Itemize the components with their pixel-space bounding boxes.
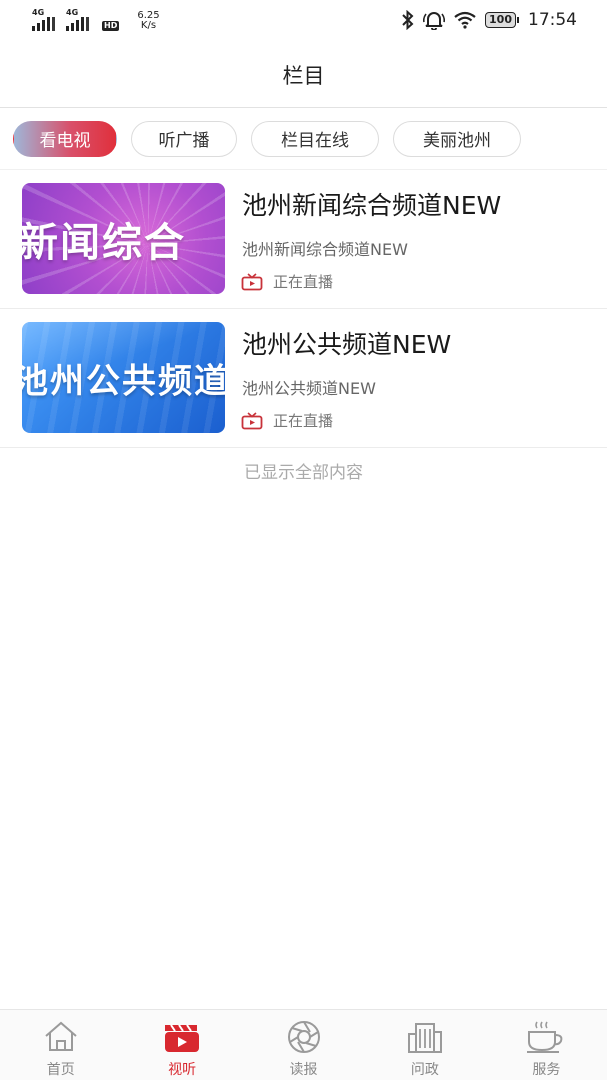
network-speed: 6.25 K/s bbox=[137, 11, 159, 31]
aperture-icon bbox=[287, 1021, 320, 1053]
bluetooth-icon bbox=[402, 10, 414, 30]
channel-title[interactable]: 池州公共频道NEW bbox=[242, 325, 451, 361]
list-item[interactable]: 新闻综合 池州新闻综合频道NEW 池州新闻综合频道NEW 正在直播 bbox=[0, 170, 607, 309]
status-left: 4G 4G HD 6.25 K/s bbox=[32, 9, 160, 31]
live-status-label: 正在直播 bbox=[273, 273, 334, 291]
tab-programs-online[interactable]: 栏目在线 bbox=[251, 120, 379, 157]
network-type: 4G bbox=[32, 8, 45, 17]
channel-subtitle: 池州公共频道NEW bbox=[242, 379, 376, 398]
home-icon bbox=[45, 1021, 77, 1051]
signal-icon: 4G bbox=[32, 9, 58, 31]
status-bar: 4G 4G HD 6.25 K/s 100 17:54 bbox=[0, 0, 607, 42]
tv-icon bbox=[241, 411, 263, 429]
battery-indicator: 100 bbox=[485, 12, 519, 28]
channel-subtitle: 池州新闻综合频道NEW bbox=[242, 240, 408, 259]
page-header: 栏目 bbox=[0, 42, 607, 108]
list-item[interactable]: 池州公共频道 池州公共频道NEW 池州公共频道NEW 正在直播 bbox=[0, 309, 607, 448]
tab-watch-tv[interactable]: 看电视 bbox=[13, 120, 117, 157]
thumbnail-text: 池州公共频道 bbox=[22, 361, 225, 401]
hd-badge: HD bbox=[102, 21, 120, 31]
nav-video[interactable]: 视听 bbox=[121, 1010, 242, 1080]
nav-label: 视听 bbox=[168, 1062, 197, 1078]
live-status: 正在直播 bbox=[241, 410, 333, 431]
thumbnail-text: 新闻综合 bbox=[22, 219, 186, 266]
tab-label: 听广播 bbox=[158, 131, 210, 151]
live-status-label: 正在直播 bbox=[273, 412, 334, 430]
bottom-nav: 首页 视听 读报 问政 服务 bbox=[0, 1009, 607, 1080]
building-icon bbox=[407, 1023, 442, 1053]
tab-label: 美丽池州 bbox=[423, 131, 491, 151]
signal-icon-2: 4G bbox=[66, 9, 92, 31]
bell-off-icon bbox=[423, 12, 446, 30]
nav-home[interactable]: 首页 bbox=[0, 1010, 121, 1080]
page-title: 栏目 bbox=[282, 63, 325, 88]
coffee-cup-icon bbox=[527, 1021, 563, 1053]
nav-label: 问政 bbox=[410, 1062, 439, 1078]
channel-list: 新闻综合 池州新闻综合频道NEW 池州新闻综合频道NEW 正在直播 池州公共频道… bbox=[0, 170, 607, 448]
channel-thumbnail[interactable]: 新闻综合 bbox=[22, 183, 225, 294]
tab-beautiful-chizhou[interactable]: 美丽池州 bbox=[393, 120, 521, 157]
channel-thumbnail[interactable]: 池州公共频道 bbox=[22, 322, 225, 433]
speed-unit: K/s bbox=[140, 20, 157, 31]
nav-service[interactable]: 服务 bbox=[486, 1010, 607, 1080]
nav-inquiry[interactable]: 问政 bbox=[364, 1010, 485, 1080]
nav-label: 读报 bbox=[289, 1062, 318, 1078]
channel-title[interactable]: 池州新闻综合频道NEW bbox=[242, 186, 501, 222]
nav-label: 服务 bbox=[532, 1062, 561, 1078]
live-status: 正在直播 bbox=[241, 271, 333, 292]
tab-label: 栏目在线 bbox=[281, 131, 349, 151]
nav-newspaper[interactable]: 读报 bbox=[243, 1010, 364, 1080]
clapperboard-icon bbox=[165, 1024, 200, 1052]
tab-label: 看电视 bbox=[39, 131, 91, 151]
end-of-list-note: 已显示全部内容 bbox=[244, 463, 363, 483]
nav-label: 首页 bbox=[46, 1062, 75, 1078]
category-tabs: 看电视 听广播 栏目在线 美丽池州 bbox=[0, 108, 607, 170]
clock: 17:54 bbox=[528, 10, 577, 30]
status-right: 100 17:54 bbox=[401, 10, 577, 30]
network-type-2: 4G bbox=[66, 8, 79, 17]
tv-icon bbox=[241, 272, 263, 290]
tab-radio[interactable]: 听广播 bbox=[131, 120, 237, 157]
wifi-icon bbox=[454, 11, 476, 29]
